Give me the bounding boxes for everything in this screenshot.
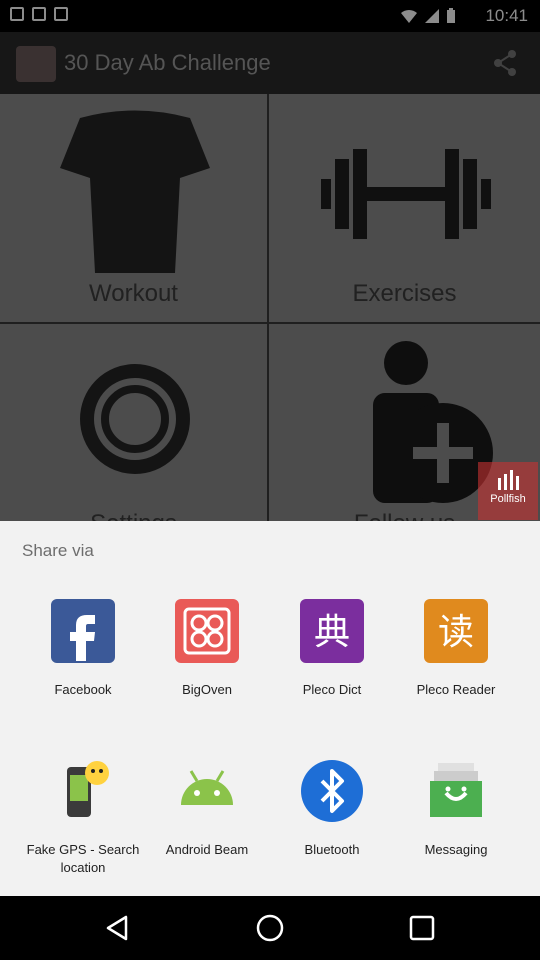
home-icon[interactable] <box>255 913 285 943</box>
share-sheet-title: Share via <box>22 541 94 560</box>
share-target-label: Bluetooth <box>304 842 360 857</box>
share-target-bluetooth[interactable]: Bluetooth <box>270 759 394 859</box>
share-target-label: Android Beam <box>165 842 249 857</box>
svg-text:典: 典 <box>314 612 350 653</box>
share-target-label: Fake GPS - Search location <box>26 842 140 875</box>
recents-icon[interactable] <box>409 915 435 941</box>
pollfish-ad-badge[interactable]: Pollfish <box>478 462 538 520</box>
share-target-pleco-reader[interactable]: 读 Pleco Reader <box>394 599 518 699</box>
bigoven-icon <box>175 599 239 663</box>
pleco-reader-icon: 读 <box>424 599 488 663</box>
share-sheet: Share via Facebook BigOven 典 Pleco Dict … <box>0 521 540 896</box>
scrim-overlay[interactable] <box>0 0 540 521</box>
fake-gps-icon <box>51 759 115 823</box>
share-target-facebook[interactable]: Facebook <box>21 599 145 699</box>
share-target-label: Messaging <box>424 842 488 857</box>
messaging-icon <box>424 759 488 823</box>
pollfish-icon <box>498 470 519 490</box>
android-beam-icon <box>175 759 239 823</box>
navigation-bar <box>0 896 540 960</box>
share-target-fake-gps[interactable]: Fake GPS - Search location <box>21 759 145 877</box>
share-target-android-beam[interactable]: Android Beam <box>145 759 269 859</box>
share-target-label: Pleco Dict <box>302 682 362 697</box>
bluetooth-icon <box>300 759 364 823</box>
share-target-messaging[interactable]: Messaging <box>394 759 518 859</box>
share-target-label: Pleco Reader <box>416 682 496 697</box>
share-target-label: Facebook <box>54 682 112 697</box>
back-icon[interactable] <box>104 914 132 942</box>
svg-text:读: 读 <box>438 612 474 653</box>
share-target-label: BigOven <box>182 682 232 697</box>
pollfish-label: Pollfish <box>490 493 526 505</box>
pleco-dict-icon: 典 <box>300 599 364 663</box>
facebook-icon <box>51 599 115 663</box>
share-target-bigoven[interactable]: BigOven <box>145 599 269 699</box>
share-target-pleco-dict[interactable]: 典 Pleco Dict <box>270 599 394 699</box>
